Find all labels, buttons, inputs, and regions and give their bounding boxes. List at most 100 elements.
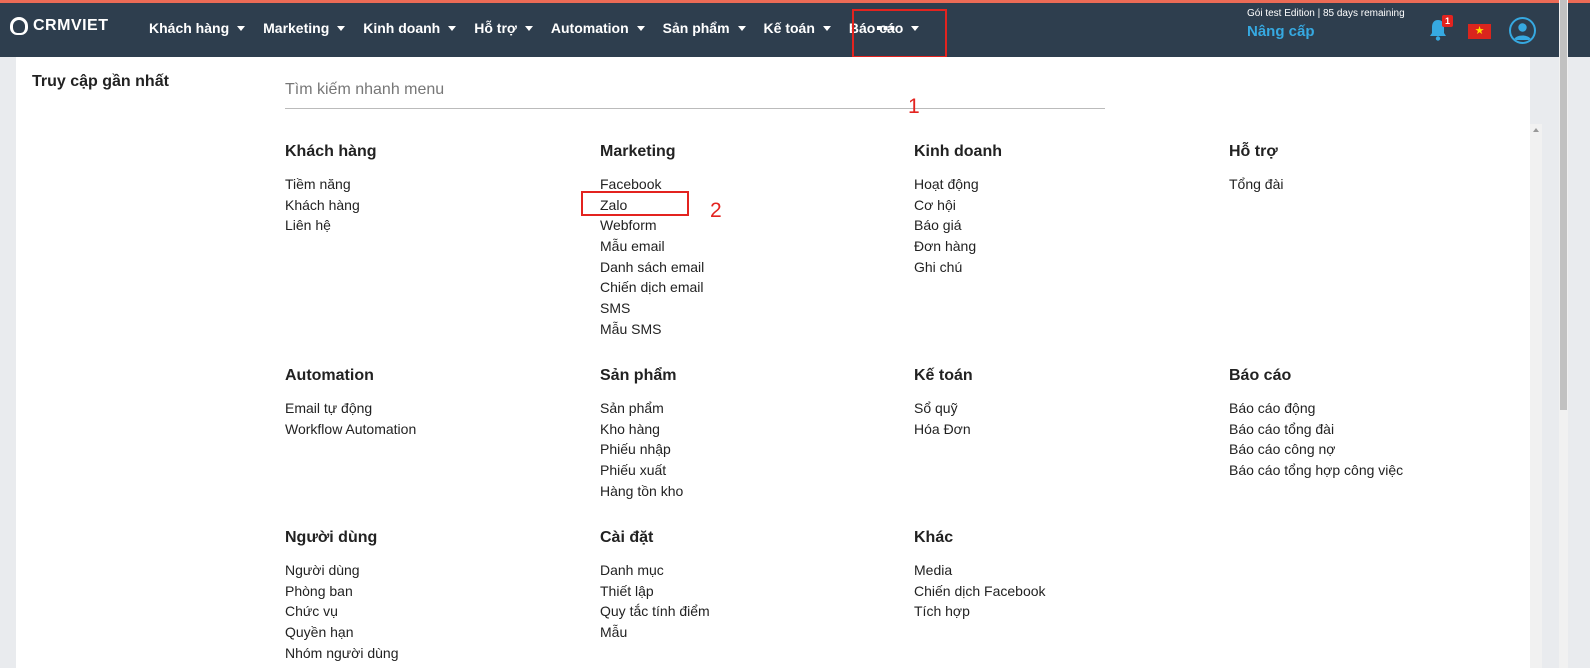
nav-item-automation[interactable]: Automation xyxy=(542,20,654,36)
main-nav: Khách hàng Marketing Kinh doanh Hỗ trợ A… xyxy=(140,20,928,36)
user-icon xyxy=(1514,23,1531,40)
flag-star: ★ xyxy=(1474,25,1485,37)
menu-section-ke-toan: Kế toán Sổ quỹ Hóa Đơn xyxy=(914,366,1214,439)
menu-item-thiet-lap[interactable]: Thiết lập xyxy=(600,581,900,602)
section-title: Sản phẩm xyxy=(600,367,677,384)
menu-item-webform[interactable]: Webform xyxy=(600,215,900,236)
menu-item-bao-cao-dong[interactable]: Báo cáo động xyxy=(1229,398,1529,419)
section-title: Khác xyxy=(914,529,954,546)
nav-item-ho-tro[interactable]: Hỗ trợ xyxy=(465,20,542,36)
menu-section-san-pham: Sản phẩm Sản phẩm Kho hàng Phiếu nhập Ph… xyxy=(600,366,900,501)
menu-item-workflow-automation[interactable]: Workflow Automation xyxy=(285,419,585,440)
menu-item-co-hoi[interactable]: Cơ hội xyxy=(914,195,1214,216)
menu-item-khach-hang[interactable]: Khách hàng xyxy=(285,195,585,216)
nav-label: Kinh doanh xyxy=(363,20,441,36)
menu-item-hang-ton-kho[interactable]: Hàng tồn kho xyxy=(600,481,900,502)
section-title: Cài đặt xyxy=(600,529,654,546)
top-navbar: CRMVIET Khách hàng Marketing Kinh doanh … xyxy=(0,0,1590,57)
menu-item-so-quy[interactable]: Sổ quỹ xyxy=(914,398,1214,419)
section-title: Báo cáo xyxy=(1229,367,1292,384)
menu-item-phong-ban[interactable]: Phòng ban xyxy=(285,581,585,602)
highlight-box-more xyxy=(852,9,947,58)
menu-item-chien-dich-email[interactable]: Chiến dịch email xyxy=(600,277,900,298)
page-scrollbar[interactable] xyxy=(1559,0,1568,668)
menu-section-ho-tro: Hỗ trợ Tổng đài xyxy=(1229,142,1529,195)
menu-item-mau-sms[interactable]: Mẫu SMS xyxy=(600,319,900,340)
menu-item-media[interactable]: Media xyxy=(914,560,1214,581)
user-avatar-icon[interactable] xyxy=(1509,17,1536,44)
nav-label: Sản phẩm xyxy=(662,20,730,36)
menu-section-khac: Khác Media Chiến dịch Facebook Tích hợp xyxy=(914,528,1214,622)
menu-section-cai-dat: Cài đặt Danh mục Thiết lập Quy tắc tính … xyxy=(600,528,900,643)
chevron-down-icon xyxy=(524,25,533,31)
chevron-down-icon xyxy=(448,25,457,31)
menu-section-bao-cao: Báo cáo Báo cáo động Báo cáo tổng đài Bá… xyxy=(1229,366,1529,481)
logo-text: CRMVIET xyxy=(33,17,109,34)
menu-search-input[interactable] xyxy=(285,72,1105,109)
menu-item-quyen-han[interactable]: Quyền hạn xyxy=(285,622,585,643)
menu-item-chuc-vu[interactable]: Chức vụ xyxy=(285,601,585,622)
menu-item-bao-cao-tong-dai[interactable]: Báo cáo tổng đài xyxy=(1229,419,1529,440)
menu-section-kinh-doanh: Kinh doanh Hoạt động Cơ hội Báo giá Đơn … xyxy=(914,142,1214,277)
nav-label: Kế toán xyxy=(763,20,815,36)
nav-item-khach-hang[interactable]: Khách hàng xyxy=(140,20,254,36)
menu-item-email-tu-dong[interactable]: Email tự động xyxy=(285,398,585,419)
chevron-down-icon xyxy=(822,25,831,31)
menu-item-san-pham[interactable]: Sản phẩm xyxy=(600,398,900,419)
chevron-down-icon xyxy=(237,25,246,31)
menu-item-facebook[interactable]: Facebook xyxy=(600,174,900,195)
plan-info: Gói test Edition | 85 days remaining xyxy=(1247,8,1405,19)
section-title: Người dùng xyxy=(285,529,378,546)
nav-item-kinh-doanh[interactable]: Kinh doanh xyxy=(354,20,465,36)
menu-section-marketing: Marketing Facebook Zalo Webform Mẫu emai… xyxy=(600,142,900,340)
nav-item-ke-toan[interactable]: Kế toán xyxy=(755,20,840,36)
nav-label: Automation xyxy=(550,20,629,36)
menu-item-danh-sach-email[interactable]: Danh sách email xyxy=(600,257,900,278)
recent-access-title: Truy cập gần nhất xyxy=(32,73,169,90)
menu-section-automation: Automation Email tự động Workflow Automa… xyxy=(285,366,585,439)
menu-item-ghi-chu[interactable]: Ghi chú xyxy=(914,257,1214,278)
menu-item-bao-cao-cong-no[interactable]: Báo cáo công nợ xyxy=(1229,439,1529,460)
menu-item-nguoi-dung[interactable]: Người dùng xyxy=(285,560,585,581)
menu-item-zalo[interactable]: Zalo xyxy=(600,195,900,216)
vietnam-flag-icon[interactable]: ★ xyxy=(1468,24,1491,39)
section-title: Marketing xyxy=(600,143,676,160)
nav-item-marketing[interactable]: Marketing xyxy=(254,20,354,36)
upgrade-link[interactable]: Nâng cấp xyxy=(1247,23,1315,40)
menu-item-bao-gia[interactable]: Báo giá xyxy=(914,215,1214,236)
menu-item-kho-hang[interactable]: Kho hàng xyxy=(600,419,900,440)
notification-badge: 1 xyxy=(1442,15,1454,27)
menu-item-hoa-don[interactable]: Hóa Đơn xyxy=(914,419,1214,440)
nav-label: Khách hàng xyxy=(149,20,230,36)
menu-item-nhom-nguoi-dung[interactable]: Nhóm người dùng xyxy=(285,643,585,664)
menu-item-tiem-nang[interactable]: Tiềm năng xyxy=(285,174,585,195)
chevron-down-icon xyxy=(337,25,346,31)
section-title: Kế toán xyxy=(914,367,973,384)
menu-item-danh-muc[interactable]: Danh mục xyxy=(600,560,900,581)
menu-item-don-hang[interactable]: Đơn hàng xyxy=(914,236,1214,257)
menu-item-quy-tac-tinh-diem[interactable]: Quy tắc tính điểm xyxy=(600,601,900,622)
menu-item-mau-email[interactable]: Mẫu email xyxy=(600,236,900,257)
section-title: Kinh doanh xyxy=(914,143,1002,160)
menu-item-bao-cao-tong-hop-cong-viec[interactable]: Báo cáo tổng hợp công việc xyxy=(1229,460,1529,481)
menu-section-nguoi-dung: Người dùng Người dùng Phòng ban Chức vụ … xyxy=(285,528,585,663)
menu-item-chien-dich-facebook[interactable]: Chiến dịch Facebook xyxy=(914,581,1214,602)
nav-item-san-pham[interactable]: Sản phẩm xyxy=(654,20,755,36)
menu-item-phieu-nhap[interactable]: Phiếu nhập xyxy=(600,439,900,460)
crmviet-logo[interactable]: CRMVIET xyxy=(10,17,109,35)
menu-item-lien-he[interactable]: Liên hệ xyxy=(285,215,585,236)
scrollbar-thumb[interactable] xyxy=(1560,0,1567,410)
menu-item-phieu-xuat[interactable]: Phiếu xuất xyxy=(600,460,900,481)
chevron-down-icon xyxy=(737,25,746,31)
menu-section-khach-hang: Khách hàng Tiềm năng Khách hàng Liên hệ xyxy=(285,142,585,236)
menu-item-hoat-dong[interactable]: Hoạt động xyxy=(914,174,1214,195)
nav-label: Marketing xyxy=(263,20,330,36)
menu-item-tich-hop[interactable]: Tích hợp xyxy=(914,601,1214,622)
nav-label: Hỗ trợ xyxy=(474,20,517,36)
menu-item-mau[interactable]: Mẫu xyxy=(600,622,900,643)
panel-scrollbar[interactable] xyxy=(1530,124,1542,668)
menu-item-sms[interactable]: SMS xyxy=(600,298,900,319)
menu-item-tong-dai[interactable]: Tổng đài xyxy=(1229,174,1529,195)
scroll-up-arrow-icon[interactable] xyxy=(1533,128,1539,132)
annotation-number-1: 1 xyxy=(908,95,920,118)
